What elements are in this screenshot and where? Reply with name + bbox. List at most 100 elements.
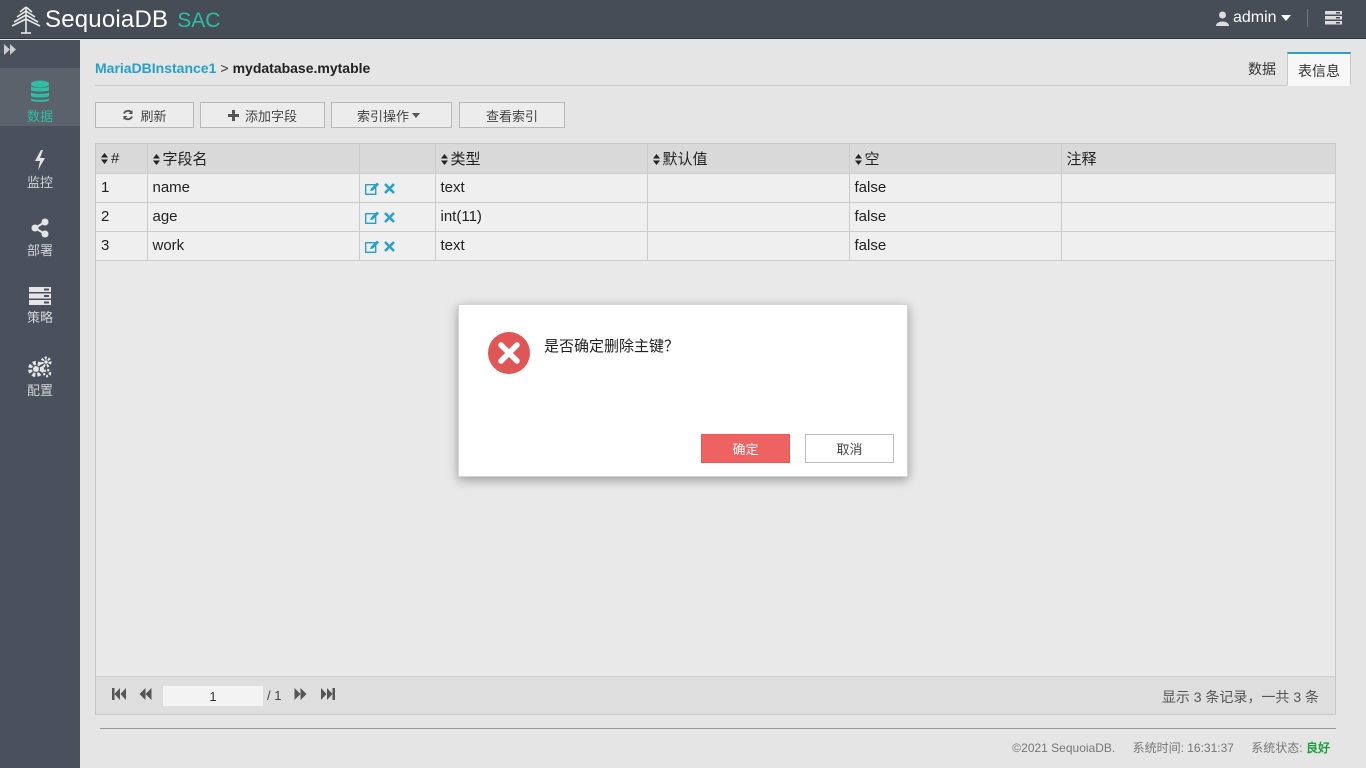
cell-nullable: false (849, 173, 1062, 203)
edit-icon[interactable] (364, 211, 380, 224)
confirm-dialog: 是否确定删除主键？ 确定 取消 (458, 304, 908, 477)
index-ops-label: 索引操作 (356, 108, 409, 124)
cell-comment (1061, 173, 1336, 203)
caret-down-icon (412, 112, 420, 118)
footer-divider (100, 728, 1336, 729)
server-menu-icon[interactable] (1325, 11, 1342, 25)
cell-num: 1 (96, 173, 148, 203)
caret-down-icon (1280, 15, 1291, 21)
header-divider (1307, 9, 1308, 27)
cell-type: int(11) (435, 202, 648, 232)
column-header-num[interactable]: # (96, 144, 148, 174)
footer-copyright: ©2021 SequoiaDB. (1012, 741, 1116, 755)
next-page-icon[interactable] (294, 688, 307, 700)
cell-num: 3 (96, 231, 148, 261)
delete-icon[interactable] (383, 240, 395, 252)
refresh-label: 刷新 (140, 108, 167, 124)
sidebar-item-policy[interactable]: 策略 (0, 277, 80, 335)
prev-page-icon[interactable] (139, 688, 152, 700)
delete-icon[interactable] (383, 182, 395, 194)
cell-type: text (435, 173, 648, 203)
column-header-field-name[interactable]: 字段名 (147, 144, 360, 174)
table-row: 3 work text false (96, 231, 1336, 261)
app-suffix: SAC (177, 9, 221, 32)
sidebar-item-label: 监控 (26, 175, 53, 190)
cell-field-name: name (147, 173, 360, 203)
server-icon (29, 287, 51, 305)
cancel-button[interactable]: 取消 (805, 434, 894, 463)
top-bar: SequoiaDB SAC admin (0, 0, 1366, 39)
user-menu[interactable]: admin (1216, 9, 1295, 27)
table-row: 1 name text false (96, 173, 1336, 203)
error-circle-icon (488, 332, 530, 374)
record-summary: 显示 3 条记录，一共 3 条 (1161, 689, 1319, 705)
expand-sidebar-icon[interactable] (4, 44, 17, 55)
cell-comment (1061, 231, 1336, 261)
sidebar: 数据 监控 部署 策略 配置 (0, 40, 80, 768)
column-header-nullable[interactable]: 空 (849, 144, 1062, 174)
tab-data[interactable]: 数据 (1238, 52, 1286, 86)
column-header-default[interactable]: 默认值 (647, 144, 850, 174)
sort-icon (854, 154, 862, 166)
sidebar-item-label: 部署 (26, 243, 53, 258)
cell-num: 2 (96, 202, 148, 232)
table-row: 2 age int(11) false (96, 202, 1336, 232)
fields-table: # 字段名 类型 默认值 空 注释 1 name text false 2 ag… (96, 144, 1336, 261)
tabs-divider (95, 85, 1351, 86)
sort-icon (440, 154, 448, 166)
plus-icon (227, 109, 239, 121)
sidebar-item-label: 数据 (26, 109, 53, 124)
cell-type: text (435, 231, 648, 261)
delete-icon[interactable] (383, 211, 395, 223)
sidebar-item-label: 配置 (26, 383, 53, 398)
breadcrumb-separator: > (220, 60, 229, 76)
username: admin (1233, 9, 1277, 26)
sort-icon (101, 153, 108, 165)
logo[interactable]: SequoiaDB SAC (10, 4, 220, 36)
column-header-type[interactable]: 类型 (435, 144, 648, 174)
sort-icon (652, 154, 660, 166)
user-icon (1216, 11, 1229, 26)
cell-actions (359, 231, 436, 261)
cell-actions (359, 173, 436, 203)
view-index-button[interactable]: 查看索引 (459, 102, 565, 128)
edit-icon[interactable] (364, 240, 380, 253)
cell-default (647, 231, 850, 261)
first-page-icon[interactable] (112, 688, 127, 700)
sidebar-item-monitor[interactable]: 监控 (0, 140, 80, 198)
last-page-icon[interactable] (320, 688, 335, 700)
cell-actions (359, 202, 436, 232)
sidebar-item-data[interactable]: 数据 (0, 68, 80, 126)
cell-default (647, 173, 850, 203)
tree-logo-icon (11, 6, 41, 34)
page-total: / 1 (267, 688, 282, 703)
refresh-icon (123, 109, 134, 121)
edit-icon[interactable] (364, 182, 380, 195)
app-name: SequoiaDB (45, 6, 169, 33)
sidebar-item-deploy[interactable]: 部署 (0, 208, 80, 266)
footer-system-time: 系统时间: 16:31:37 (1132, 741, 1234, 755)
sort-icon (152, 154, 160, 166)
add-field-label: 添加字段 (244, 108, 297, 124)
breadcrumb-instance-link[interactable]: MariaDBInstance1 (95, 60, 216, 76)
sidebar-item-config[interactable]: 配置 (0, 346, 80, 404)
cell-default (647, 202, 850, 232)
cell-field-name: age (147, 202, 360, 232)
index-ops-dropdown[interactable]: 索引操作 (331, 102, 452, 128)
confirm-button[interactable]: 确定 (701, 434, 790, 463)
pagination-bar: / 1 显示 3 条记录，一共 3 条 (96, 676, 1335, 714)
footer-status-value: 良好 (1305, 741, 1330, 755)
cell-field-name: work (147, 231, 360, 261)
page-number-input[interactable] (163, 686, 263, 706)
refresh-button[interactable]: 刷新 (95, 102, 194, 128)
footer-status-label: 系统状态: (1251, 741, 1303, 755)
dialog-message: 是否确定删除主键？ (544, 338, 680, 355)
add-field-button[interactable]: 添加字段 (200, 102, 325, 128)
table-header-row: # 字段名 类型 默认值 空 注释 (96, 144, 1336, 174)
share-icon (31, 218, 49, 238)
cogs-icon (28, 356, 52, 378)
cell-nullable: false (849, 202, 1062, 232)
column-header-comment: 注释 (1061, 144, 1336, 174)
cell-nullable: false (849, 231, 1062, 261)
tab-table-info[interactable]: 表信息 (1287, 52, 1351, 86)
